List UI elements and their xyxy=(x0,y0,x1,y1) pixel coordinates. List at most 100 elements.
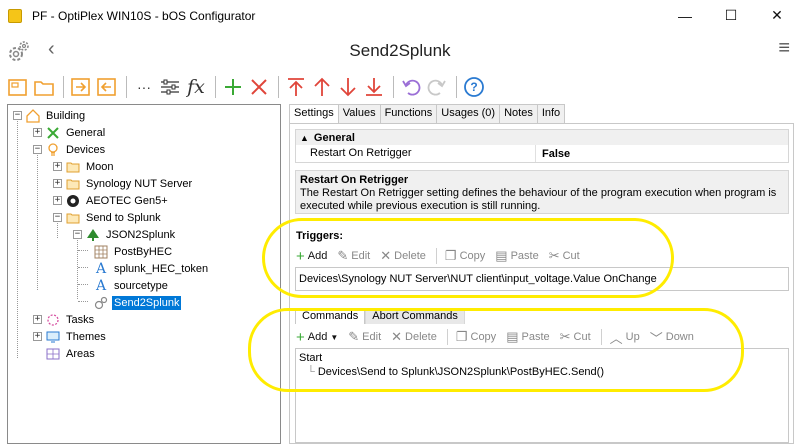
tree-node-aeotec[interactable]: AEOTEC Gen5+ xyxy=(65,192,170,209)
trigger-add-button[interactable]: + Add xyxy=(296,248,327,265)
tab-commands[interactable]: Commands xyxy=(295,308,366,324)
settings-panel: ▲ General Restart On Retrigger False Res… xyxy=(289,123,794,444)
more-icon[interactable]: ··· xyxy=(132,75,156,99)
toolbar-separator xyxy=(126,76,127,98)
tree-node-synology[interactable]: Synology NUT Server xyxy=(65,175,194,192)
folder-icon xyxy=(65,176,81,192)
tree-node-moon[interactable]: Moon xyxy=(65,158,116,175)
project-tree[interactable]: − Building + General − Devices + Moon + … xyxy=(7,104,281,444)
hamburger-menu-icon[interactable]: ≡ xyxy=(778,37,790,60)
action-separator xyxy=(600,329,602,345)
tree-node-tasks[interactable]: Tasks xyxy=(45,311,96,328)
tree-node-postbyhec[interactable]: PostByHEC xyxy=(93,243,174,260)
tab-values[interactable]: Values xyxy=(337,104,381,123)
main-toolbar: ··· fx ? xyxy=(0,70,800,104)
tab-functions[interactable]: Functions xyxy=(379,104,438,123)
move-bottom-icon[interactable] xyxy=(362,75,386,99)
scissors-icon: ✂ xyxy=(548,248,560,263)
triggers-label: Triggers: xyxy=(296,230,344,242)
trigger-cut-button[interactable]: ✂ Cut xyxy=(549,248,580,264)
folder-icon xyxy=(65,210,81,226)
expand-toggle[interactable]: + xyxy=(33,315,42,324)
tab-usages[interactable]: Usages (0) xyxy=(436,104,501,123)
tree-node-send2splunk[interactable]: Send2Splunk xyxy=(93,294,182,311)
maximize-button[interactable]: ☐ xyxy=(708,0,754,31)
command-item[interactable]: └ Devices\Send to Splunk\JSON2Splunk\Pos… xyxy=(299,365,785,379)
command-tabs: Commands Abort Commands xyxy=(295,308,465,324)
property-value[interactable]: False xyxy=(536,148,570,160)
import-icon[interactable] xyxy=(69,75,93,99)
command-start-node[interactable]: Start xyxy=(299,351,785,365)
tree-line xyxy=(78,250,88,251)
move-down-icon[interactable] xyxy=(336,75,360,99)
collapse-toggle[interactable]: − xyxy=(73,230,82,239)
expand-toggle[interactable]: + xyxy=(53,179,62,188)
title-bar: PF - OptiPlex WIN10S - bOS Configurator … xyxy=(0,0,800,31)
triggers-list[interactable]: Devices\Synology NUT Server\NUT client\i… xyxy=(295,267,789,291)
expand-toggle[interactable]: + xyxy=(53,162,62,171)
property-row[interactable]: Restart On Retrigger False xyxy=(296,145,788,162)
move-top-icon[interactable] xyxy=(284,75,308,99)
commands-list[interactable]: Start └ Devices\Send to Splunk\JSON2Splu… xyxy=(295,348,789,443)
tree-node-general[interactable]: General xyxy=(45,124,107,141)
areas-icon xyxy=(45,346,61,362)
help-icon[interactable]: ? xyxy=(462,75,486,99)
tree-node-sourcetype[interactable]: A sourcetype xyxy=(93,277,170,294)
command-up-button[interactable]: ︿ Up xyxy=(610,328,640,347)
trigger-item[interactable]: Devices\Synology NUT Server\NUT client\i… xyxy=(299,270,785,288)
trigger-paste-button[interactable]: ▤ Paste xyxy=(495,248,538,264)
expand-toggle[interactable]: + xyxy=(33,128,42,137)
tree-node-areas[interactable]: Areas xyxy=(45,345,97,362)
command-edit-button[interactable]: ✎ Edit xyxy=(348,329,381,345)
undo-icon[interactable] xyxy=(399,75,423,99)
tree-node-building[interactable]: Building xyxy=(25,107,87,124)
add-icon[interactable] xyxy=(221,75,245,99)
trigger-delete-button[interactable]: ✕ Delete xyxy=(380,248,426,264)
command-down-button[interactable]: ﹀ Down xyxy=(650,328,694,347)
trigger-edit-button[interactable]: ✎ Edit xyxy=(337,248,370,264)
collapse-toggle[interactable]: − xyxy=(53,213,62,222)
command-copy-button[interactable]: ❐ Copy xyxy=(456,329,496,345)
app-icon xyxy=(8,8,22,23)
export-icon[interactable] xyxy=(95,75,119,99)
folder-icon[interactable] xyxy=(32,75,56,99)
settings-sliders-icon[interactable] xyxy=(158,75,182,99)
command-cut-button[interactable]: ✂ Cut xyxy=(560,329,591,345)
tab-info[interactable]: Info xyxy=(536,104,566,123)
command-add-button[interactable]: + Add ▼ xyxy=(296,329,338,346)
add-icon: + xyxy=(296,247,305,265)
expand-toggle[interactable]: + xyxy=(53,196,62,205)
command-delete-button[interactable]: ✕ Delete xyxy=(391,329,437,345)
command-paste-button[interactable]: ▤ Paste xyxy=(506,329,549,345)
delete-icon: ✕ xyxy=(391,329,403,344)
delete-icon[interactable] xyxy=(247,75,271,99)
tab-notes[interactable]: Notes xyxy=(499,104,538,123)
tasks-icon xyxy=(45,312,61,328)
minimize-button[interactable]: — xyxy=(662,0,708,31)
fx-icon[interactable]: fx xyxy=(184,75,208,99)
collapse-toggle[interactable]: − xyxy=(13,111,22,120)
tree-node-json2splunk[interactable]: JSON2Splunk xyxy=(85,226,177,243)
property-category[interactable]: ▲ General xyxy=(296,130,788,145)
expand-toggle[interactable]: + xyxy=(33,332,42,341)
tab-abort-commands[interactable]: Abort Commands xyxy=(365,308,465,324)
open-file-icon[interactable] xyxy=(6,75,30,99)
settings-gear-icon[interactable] xyxy=(7,39,31,63)
action-separator xyxy=(435,248,437,264)
collapse-arrow-icon[interactable]: ▲ xyxy=(300,133,309,143)
tree-node-hec-token[interactable]: A splunk_HEC_token xyxy=(93,260,210,277)
tree-node-devices[interactable]: Devices xyxy=(45,141,107,158)
back-button[interactable]: ‹ xyxy=(48,38,55,61)
tree-node-themes[interactable]: Themes xyxy=(45,328,108,345)
redo-icon[interactable] xyxy=(425,75,449,99)
tab-settings[interactable]: Settings xyxy=(289,104,339,124)
chevron-up-icon: ︿ xyxy=(609,330,623,346)
chevron-down-icon: ▼ xyxy=(330,332,339,342)
move-up-icon[interactable] xyxy=(310,75,334,99)
tree-node-send-to-splunk[interactable]: Send to Splunk xyxy=(65,209,163,226)
category-label: General xyxy=(313,131,355,144)
collapse-toggle[interactable]: − xyxy=(33,145,42,154)
trigger-copy-button[interactable]: ❐ Copy xyxy=(445,248,485,264)
close-button[interactable]: ✕ xyxy=(754,0,800,31)
property-grid: ▲ General Restart On Retrigger False xyxy=(295,129,789,163)
